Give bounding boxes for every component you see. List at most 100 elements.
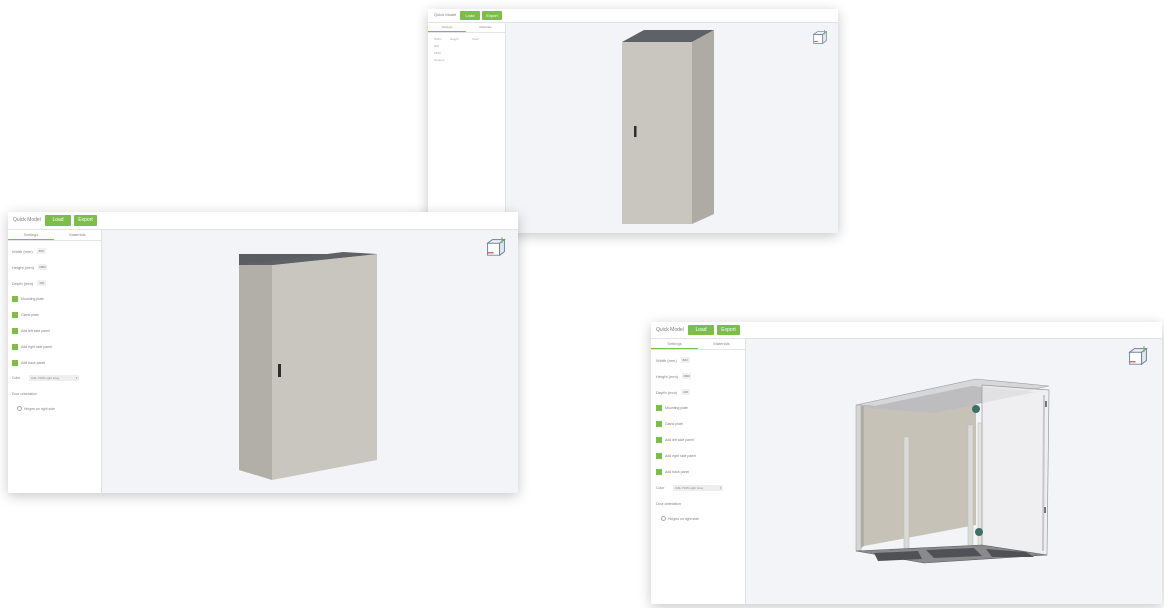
column-header: Height [450, 37, 459, 41]
view-cube-icon[interactable] [811, 29, 829, 47]
depth-field-row: Depth (mm) 400 [12, 280, 47, 286]
export-button[interactable]: Export [74, 215, 97, 226]
checkbox-label: Add left side panel [665, 438, 694, 442]
cabinet-model [239, 252, 377, 480]
checkbox-label: Add right side panel [665, 454, 696, 458]
mounting-rail [967, 424, 974, 558]
cabinet-front [622, 42, 692, 224]
color-select[interactable]: RAL 7035 Light Grey ▾ [673, 485, 724, 491]
height-field-row: Height (mm) 1800 [656, 373, 692, 379]
checkbox-label: Add back panel [21, 361, 46, 365]
tab-bar: Settings Materials [428, 23, 505, 33]
checkmark-icon[interactable] [656, 421, 662, 427]
color-row: Color RAL 7035 Light Grey ▾ [12, 375, 80, 381]
orientation-radio-row[interactable]: Hinges on right side [661, 516, 699, 521]
cabinet-front [272, 254, 377, 480]
radio-button[interactable] [661, 516, 666, 521]
checkbox-row[interactable]: Mounting plate [12, 296, 44, 302]
checkbox-label: Add left side panel [21, 329, 50, 333]
width-label: Width (mm) [656, 357, 677, 363]
height-input[interactable]: 1800 [38, 264, 48, 270]
color-select-value: RAL 7035 Light Grey [31, 376, 60, 380]
checkbox-label: Add right side panel [21, 345, 52, 349]
app-title: Quick Model [434, 12, 457, 17]
checkmark-icon[interactable] [656, 437, 662, 443]
chevron-down-icon: ▾ [719, 486, 722, 490]
checkbox-row[interactable]: Add back panel [12, 360, 45, 366]
checkmark-icon[interactable] [12, 360, 18, 366]
checkmark-icon[interactable] [12, 328, 18, 334]
checkmark-icon[interactable] [656, 453, 662, 459]
depth-label: Depth (mm) [12, 280, 34, 286]
cabinet-front [239, 265, 272, 480]
tab-materials[interactable]: Materials [466, 23, 505, 32]
checkbox-label: Mounting plate [21, 297, 44, 301]
checkbox-row[interactable]: Gland plate [12, 312, 39, 318]
radio-label: Hinges on right side [668, 516, 699, 521]
3d-viewport[interactable] [506, 23, 838, 233]
height-input[interactable]: 1800 [682, 373, 692, 379]
width-input[interactable]: 800 [36, 248, 46, 254]
door-handle [278, 364, 281, 377]
tab-settings[interactable]: Settings [8, 230, 54, 240]
height-label: Height (mm) [656, 373, 679, 379]
chevron-down-icon: ▾ [75, 376, 78, 380]
checkbox-label: Mounting plate [665, 406, 688, 410]
top-window: Quick Model Load Export Settings Materia… [428, 9, 838, 233]
checkbox-row[interactable]: Add right side panel [656, 453, 696, 459]
tab-bar: Settings Materials [651, 339, 745, 350]
checkbox-row[interactable]: Add left side panel [656, 437, 694, 443]
depth-input[interactable]: 400 [37, 280, 47, 286]
checkmark-icon[interactable] [12, 296, 18, 302]
load-button[interactable]: Load [45, 215, 71, 226]
list-item: 1800 [434, 51, 441, 55]
radio-button[interactable] [17, 406, 22, 411]
list-item: Options [434, 58, 445, 62]
checkbox-row[interactable]: Add left side panel [12, 328, 50, 334]
tab-settings[interactable]: Settings [651, 339, 698, 349]
width-field-row: Width (mm) 800 [12, 248, 46, 254]
material-label: Steel [472, 37, 479, 41]
checkmark-icon[interactable] [12, 344, 18, 350]
checkbox-row[interactable]: Mounting plate [656, 405, 688, 411]
checkmark-icon[interactable] [656, 469, 662, 475]
depth-field-row: Depth (mm) 400 [656, 389, 691, 395]
toolbar: Quick Model Load Export [428, 9, 838, 23]
view-cube-icon[interactable] [484, 236, 508, 260]
checkmark-icon[interactable] [12, 312, 18, 318]
color-select[interactable]: RAL 7035 Light Grey ▾ [29, 375, 80, 381]
mounting-rail [977, 422, 983, 558]
view-cube-icon[interactable] [1126, 345, 1150, 369]
tab-settings[interactable]: Settings [428, 23, 466, 32]
load-button[interactable]: Load [688, 325, 714, 335]
checkbox-row[interactable]: Add right side panel [12, 344, 52, 350]
3d-viewport[interactable] [102, 230, 518, 493]
door-latch [1044, 507, 1046, 513]
door-handle [634, 126, 637, 137]
list-item: 800 [434, 44, 440, 48]
export-button[interactable]: Export [717, 325, 740, 335]
tab-materials[interactable]: Materials [698, 339, 745, 349]
checkbox-row[interactable]: Add back panel [656, 469, 689, 475]
column-header: Width [434, 37, 442, 41]
height-label: Height (mm) [12, 264, 35, 270]
depth-input[interactable]: 400 [681, 389, 691, 395]
checkbox-label: Gland plate [21, 313, 39, 317]
tab-materials[interactable]: Materials [54, 230, 101, 240]
orientation-radio-row[interactable]: Hinges on right side [17, 406, 55, 411]
load-button[interactable]: Load [460, 11, 480, 20]
toolbar: Quick Model Load Export [8, 212, 518, 230]
sidebar: Settings Materials Width Height Steel 80… [428, 23, 506, 233]
height-field-row: Height (mm) 1800 [12, 264, 48, 270]
orientation-heading: Door orientation [656, 502, 681, 506]
export-button[interactable]: Export [482, 11, 502, 20]
color-select-value: RAL 7035 Light Grey [675, 486, 704, 490]
width-input[interactable]: 800 [680, 357, 690, 363]
checkmark-icon[interactable] [656, 405, 662, 411]
app-title: Quick Model [656, 327, 684, 333]
left-window: Quick Model Load Export Settings Materia… [8, 212, 518, 493]
sidebar: Settings Materials Width (mm) 800 Height… [8, 230, 102, 493]
3d-viewport[interactable] [746, 339, 1162, 604]
checkbox-row[interactable]: Gland plate [656, 421, 683, 427]
toolbar: Quick Model Load Export [651, 322, 1162, 339]
